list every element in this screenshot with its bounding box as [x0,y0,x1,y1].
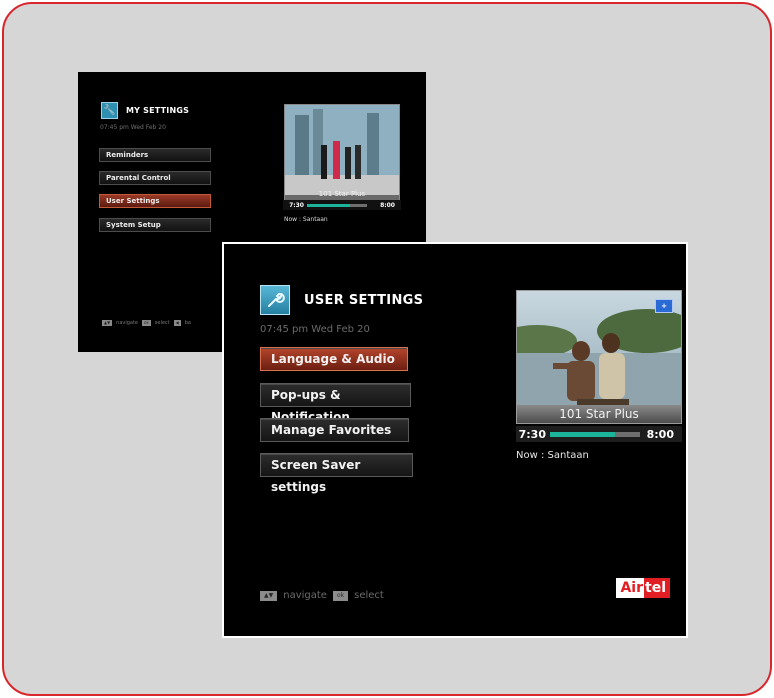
user-settings-screen: USER SETTINGS 07:45 pm Wed Feb 20 Langua… [222,242,688,638]
back-end-time: 8:00 [380,201,395,209]
front-screen-title: USER SETTINGS [304,292,424,308]
front-progress-bar [550,431,640,437]
wrench-icon: 🔧 [101,102,118,119]
back-key-icon: ◀ [173,320,181,326]
back-truncated-label: ba [184,320,191,326]
logo-part-air: Air [616,578,644,598]
menu-popups-notification[interactable]: Pop-ups & Notification [260,383,411,424]
menu-reminders[interactable]: Reminders [99,148,211,162]
back-navigate-label: navigate [116,320,139,326]
back-channel-name: 101 Star Plus [318,190,366,198]
front-progress-fill [550,431,615,437]
back-datetime: 07:45 pm Wed Feb 20 [100,124,166,131]
front-footer: ▲▼ navigate ok select [260,590,384,601]
menu-user-settings[interactable]: User Settings [99,194,211,208]
wrench-icon [260,285,290,315]
back-footer: ▲▼ navigate ok select ◀ ba [102,320,191,326]
menu-parental-control[interactable]: Parental Control [99,171,211,185]
plus-badge-icon: + [655,299,673,313]
menu-manage-favorites[interactable]: Manage Favorites [260,418,409,442]
menu-language-audio[interactable]: Language & Audio [260,347,408,371]
front-datetime: 07:45 pm Wed Feb 20 [260,324,370,335]
back-title-row: 🔧 MY SETTINGS [101,102,189,119]
front-title-row: USER SETTINGS [260,285,423,315]
menu-screen-saver-settings[interactable]: Screen Saver settings [260,453,413,494]
menu-system-setup[interactable]: System Setup [99,218,211,232]
ok-key-icon: ok [332,590,349,601]
channel-preview: + 101 Star Plus [516,290,682,424]
ok-key-icon: ok [142,320,151,326]
back-progress-fill [307,203,351,207]
front-navigate-label: navigate [283,590,327,601]
back-screen-title: MY SETTINGS [126,106,190,115]
front-channel-name: 101 Star Plus [517,405,681,423]
back-start-time: 7:30 [289,201,304,209]
back-progress-bar [307,203,367,207]
updown-arrows-icon: ▲▼ [102,320,113,326]
front-end-time: 8:00 [646,427,674,441]
updown-arrows-icon: ▲▼ [260,590,278,601]
front-now-playing: Now : Santaan [516,450,589,461]
front-select-label: select [354,590,384,601]
airtel-logo: Air tel [616,578,670,598]
back-select-label: select [154,320,170,326]
back-now-playing: Now : Santaan [284,216,328,223]
logo-part-tel: tel [644,578,670,598]
back-progress-row: 7:30 8:00 [283,200,401,210]
front-progress-row: 7:30 8:00 [516,426,682,442]
front-start-time: 7:30 [518,427,546,441]
